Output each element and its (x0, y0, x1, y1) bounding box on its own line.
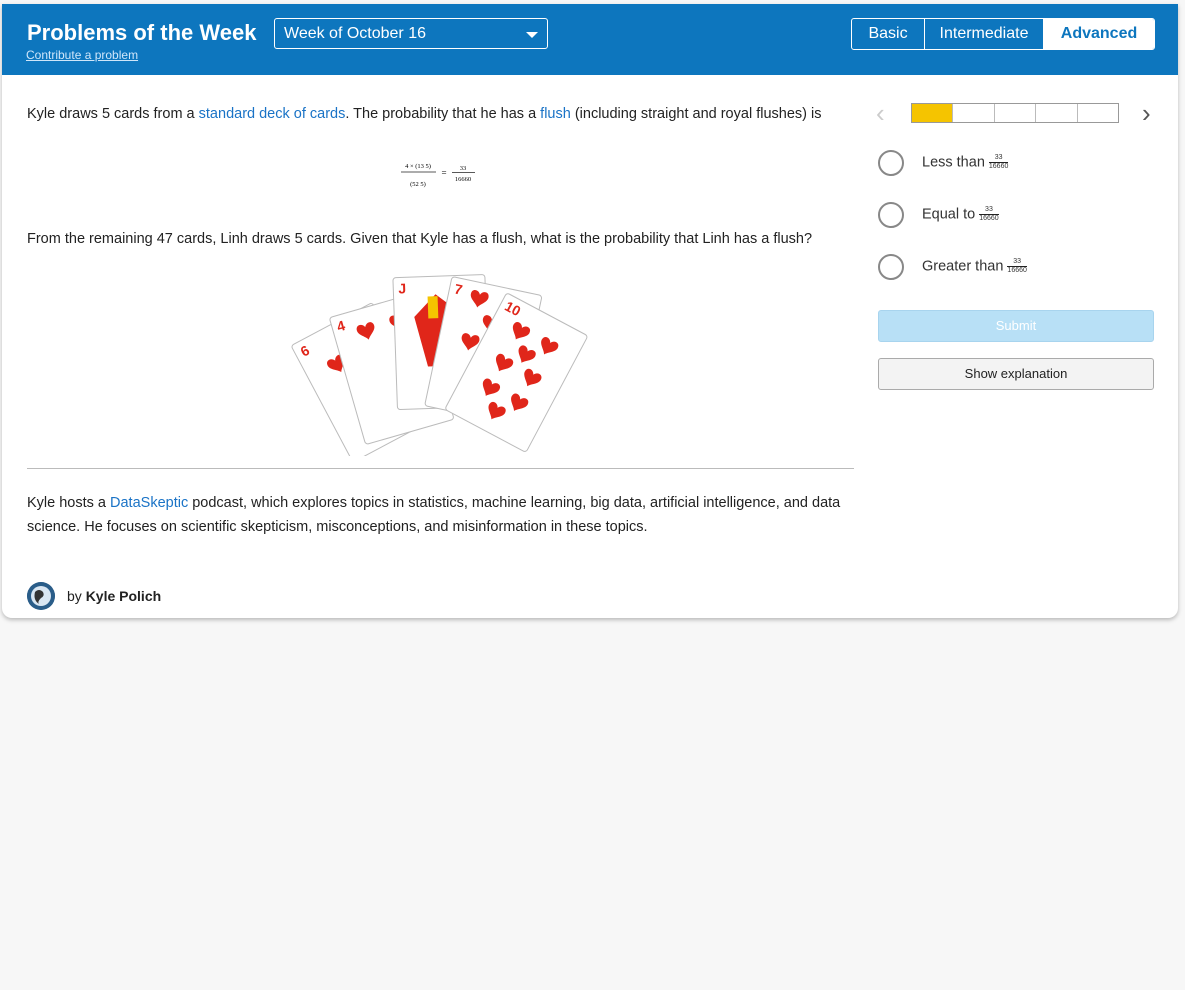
chevron-down-icon (526, 32, 538, 38)
option-label-less-than: Less than 33 16660 (922, 154, 1009, 171)
formula-result-num: 33 (460, 165, 467, 172)
progress-segment-5 (1078, 104, 1118, 122)
contribute-link[interactable]: Contribute a problem (26, 48, 138, 62)
progress-segment-3 (995, 104, 1037, 122)
tab-advanced[interactable]: Advanced (1044, 19, 1154, 49)
fraction-denominator: 16660 (988, 163, 1009, 170)
intro-text-3: (including straight and royal flushes) i… (570, 106, 822, 122)
option-label-greater-than: Greater than 33 16660 (922, 258, 1027, 275)
submit-button[interactable]: Submit (878, 310, 1154, 342)
bio-text-1: Kyle hosts a (27, 495, 111, 511)
problem-question: From the remaining 47 cards, Linh draws … (27, 231, 813, 247)
show-explanation-button[interactable]: Show explanation (878, 358, 1154, 390)
fraction-numerator: 33 (1007, 258, 1027, 267)
option-fraction-less-than: 33 16660 (988, 154, 1009, 171)
option-fraction-greater-than: 33 16660 (1007, 258, 1027, 275)
formula-numerator: 4 × (13 5) (405, 163, 431, 170)
problem-card: Problems of the Week Contribute a proble… (2, 4, 1178, 618)
fraction-denominator: 16660 (979, 215, 999, 222)
next-arrow-icon[interactable]: › (1142, 100, 1151, 126)
avatar (27, 582, 55, 610)
fraction-numerator: 33 (988, 154, 1009, 163)
flush-link[interactable]: flush (540, 106, 571, 122)
progress-segment-2 (953, 104, 995, 122)
intro-text-1: Kyle draws 5 cards from a (27, 106, 199, 122)
formula-denominator: (52 5) (410, 181, 426, 188)
option-text-less-than: Less than (922, 154, 985, 171)
level-tabs: Basic Intermediate Advanced (851, 18, 1155, 50)
author-name: Kyle Polich (85, 588, 162, 604)
tab-basic[interactable]: Basic (852, 19, 925, 49)
option-label-equal-to: Equal to 33 16660 (922, 206, 999, 223)
option-text-equal-to: Equal to (922, 206, 976, 223)
option-fraction-equal-to: 33 16660 (979, 206, 999, 223)
progress-segment-4 (1036, 104, 1078, 122)
section-divider (27, 468, 854, 469)
problem-intro: Kyle draws 5 cards from a standard deck … (27, 102, 821, 126)
dataskeptic-link[interactable]: DataSkeptic (110, 495, 188, 511)
progress-segment-1 (912, 104, 954, 122)
by-text: by (67, 588, 82, 604)
author-bio: Kyle hosts a DataSkeptic podcast, which … (27, 491, 857, 539)
radio-less-than[interactable] (878, 150, 904, 176)
previous-arrow-icon[interactable]: ‹ (876, 100, 885, 126)
header-bar: Problems of the Week Contribute a proble… (2, 4, 1178, 75)
formula-result-den: 16660 (455, 176, 471, 183)
week-select-value: Week of October 16 (284, 25, 426, 42)
fraction-numerator: 33 (979, 206, 999, 215)
week-select[interactable]: Week of October 16 (274, 18, 548, 49)
standard-deck-link[interactable]: standard deck of cards (199, 106, 346, 122)
progress-bar (911, 103, 1119, 123)
card-label-jack: J (398, 280, 406, 296)
option-text-greater-than: Greater than (922, 258, 1004, 275)
radio-greater-than[interactable] (878, 254, 904, 280)
author-label: by Kyle Polich (67, 588, 161, 604)
formula-equals: = (441, 168, 446, 178)
playing-cards-image: 6 4 J 7 10 (291, 274, 588, 456)
flush-probability-formula: 4 × (13 5) (52 5) = 33 16660 (401, 163, 475, 188)
fraction-denominator: 16660 (1007, 267, 1027, 274)
radio-equal-to[interactable] (878, 202, 904, 228)
intro-text-2: . The probability that he has a (345, 106, 541, 122)
tab-intermediate[interactable]: Intermediate (925, 19, 1044, 49)
page-title: Problems of the Week (27, 20, 257, 45)
